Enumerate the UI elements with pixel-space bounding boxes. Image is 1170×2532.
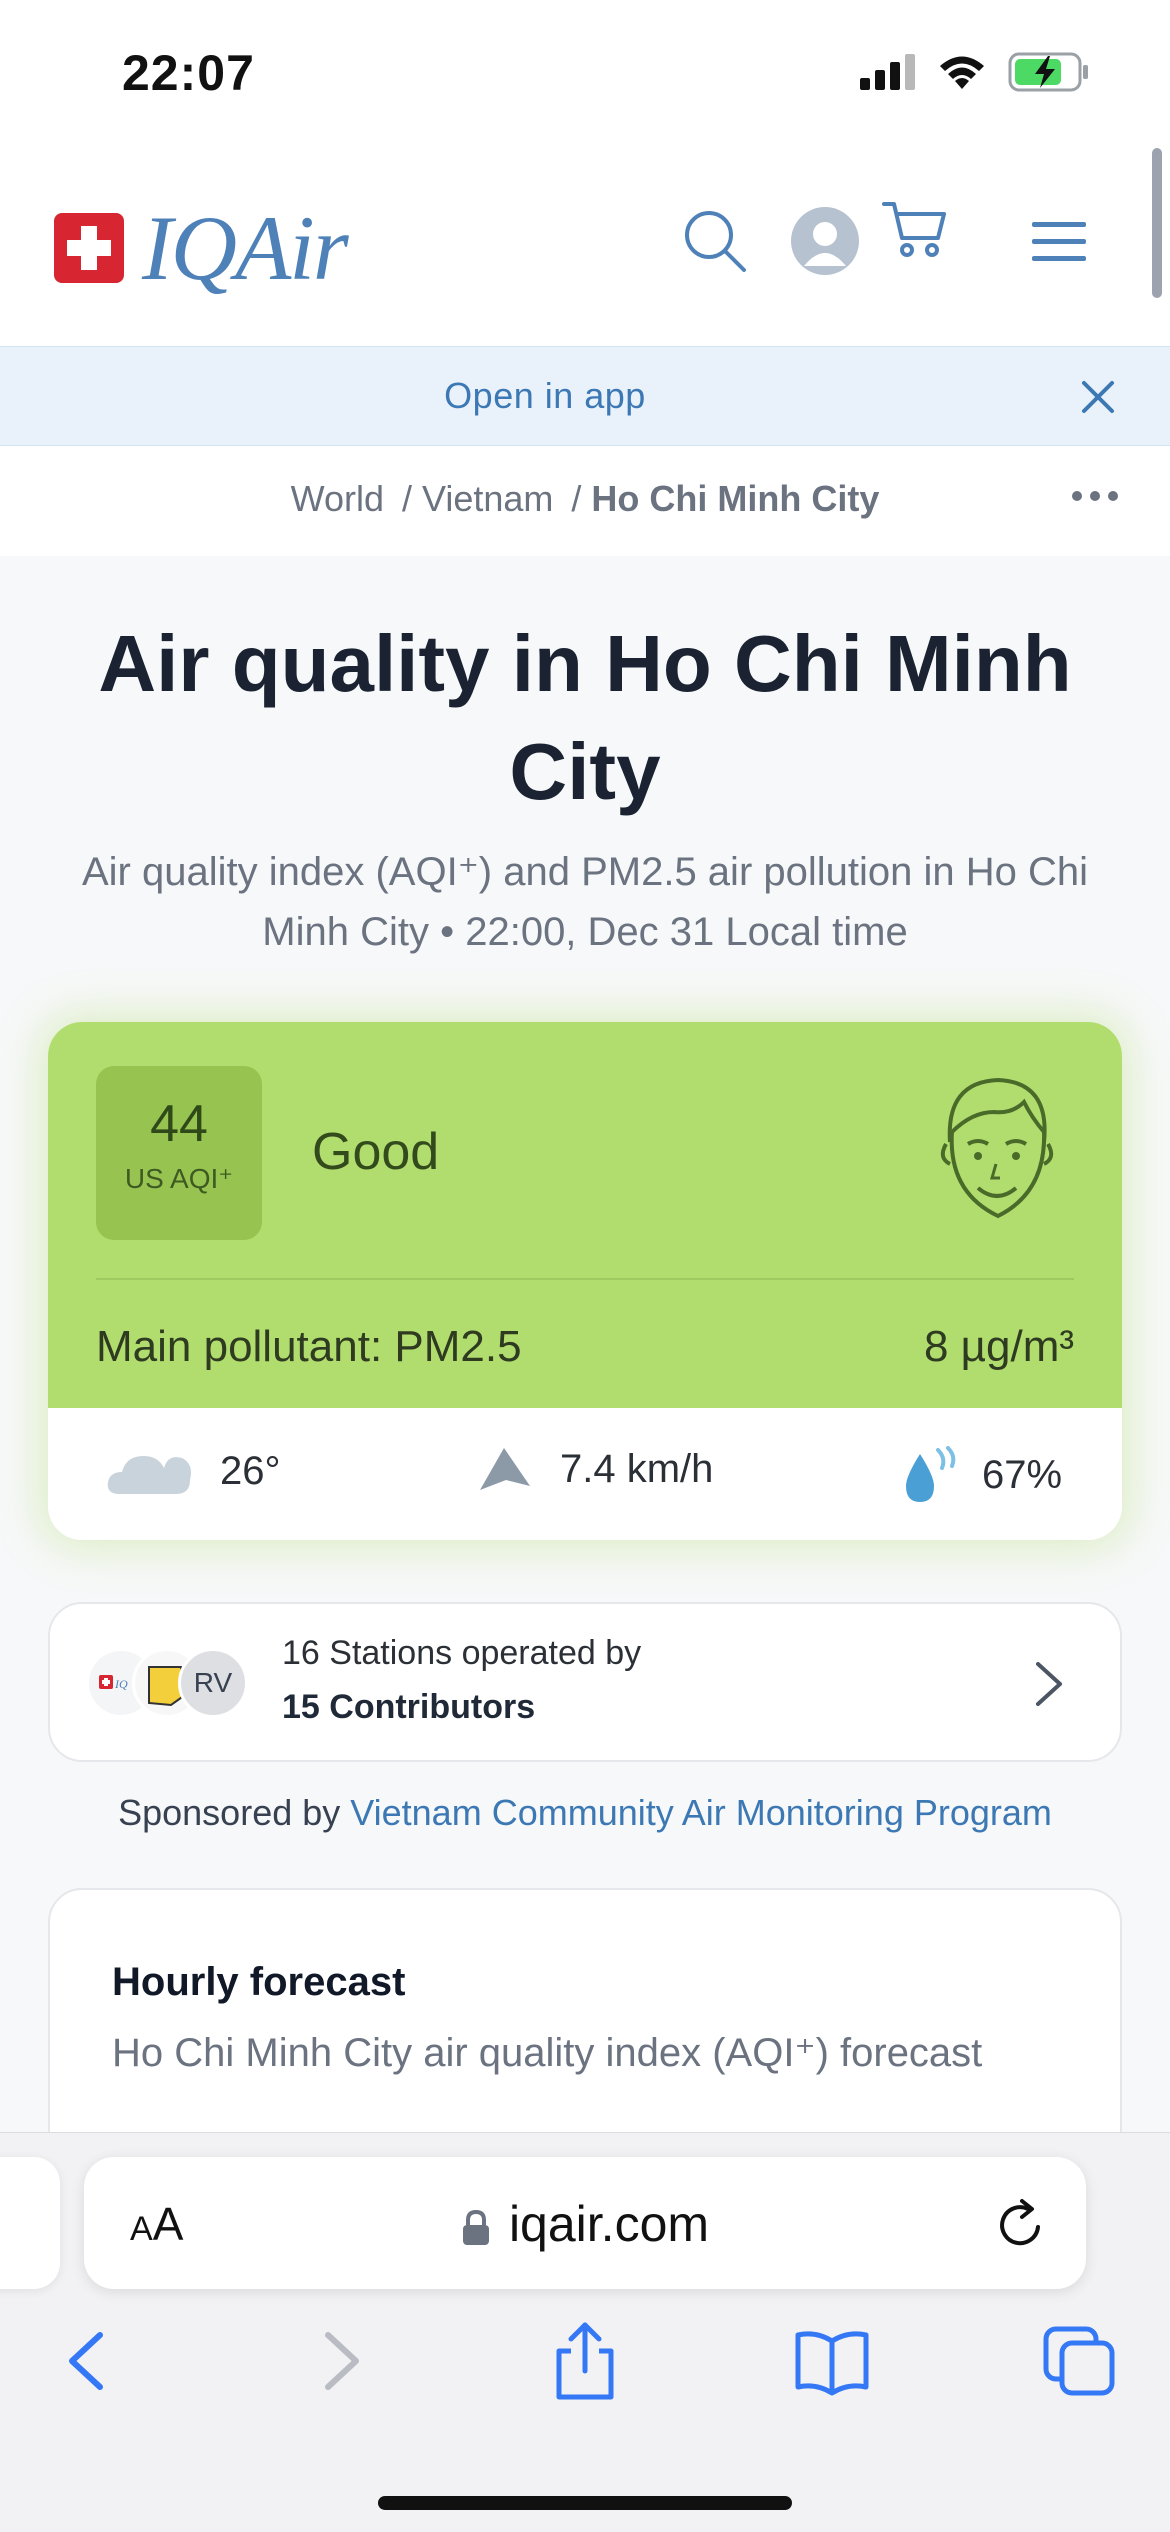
- humidity-value: 67%: [982, 1452, 1063, 1497]
- battery-charging-icon: [1008, 52, 1088, 92]
- smiling-face-icon: [940, 1077, 1054, 1219]
- lock-icon: [462, 2209, 489, 2245]
- aqi-divider: [96, 1278, 1074, 1280]
- home-indicator[interactable]: [378, 2496, 792, 2510]
- more-options-icon[interactable]: [1070, 486, 1120, 506]
- logo-text: IQAir: [142, 197, 349, 299]
- sponsor-link[interactable]: Vietnam Community Air Monitoring Program: [350, 1792, 1052, 1833]
- breadcrumb-bar: World / Vietnam / Ho Chi Minh City: [0, 446, 1170, 556]
- cart-icon[interactable]: [882, 198, 948, 260]
- browser-toolbar: [0, 2321, 1170, 2431]
- wind-direction-icon: [480, 1448, 530, 1490]
- aqi-value: 44: [150, 1095, 208, 1153]
- page: 22:07 IQAir Open in app World / Vietnam …: [0, 0, 1170, 2532]
- reload-icon[interactable]: [994, 2197, 1048, 2251]
- browser-bottom-bar: AA iqair.com: [0, 2132, 1170, 2532]
- contributor-avatar-rv: RV: [178, 1648, 248, 1718]
- page-subtitle: Air quality index (AQI⁺) and PM2.5 air p…: [81, 850, 1088, 954]
- breadcrumb-item-current: Ho Chi Minh City: [591, 478, 880, 519]
- iqair-logo[interactable]: IQAir: [54, 197, 349, 299]
- tabs-icon[interactable]: [1040, 2321, 1120, 2401]
- aqi-card: 44 US AQI⁺ Good Main pollutant: PM2.5 8 …: [48, 1022, 1122, 1540]
- bookmarks-icon[interactable]: [792, 2321, 872, 2401]
- contributors-count: 15 Contributors: [282, 1688, 536, 1726]
- cloud-icon: [107, 1456, 191, 1494]
- weather-humidity: 67%: [900, 1446, 1062, 1504]
- open-in-app-link[interactable]: Open in app: [0, 375, 1090, 417]
- stations-count: 16 Stations operated by: [282, 1634, 642, 1672]
- forecast-subtitle: Ho Chi Minh City air quality index (AQI⁺…: [112, 2031, 983, 2075]
- weather-row: 26° 7.4 km/h 67%: [48, 1408, 1122, 1540]
- close-icon[interactable]: [1078, 377, 1118, 417]
- breadcrumb: World / Vietnam / Ho Chi Minh City: [0, 478, 1170, 520]
- open-in-app-banner: Open in app: [0, 346, 1170, 446]
- share-icon[interactable]: [545, 2321, 625, 2401]
- chevron-right-icon: [1036, 1662, 1062, 1706]
- sponsored-by: Sponsored by Vietnam Community Air Monit…: [0, 1792, 1170, 1834]
- pollutant-concentration: 8 µg/m³: [923, 1322, 1074, 1371]
- swiss-cross-icon: [54, 213, 124, 283]
- url-display[interactable]: iqair.com: [84, 2195, 1086, 2253]
- stations-card[interactable]: IQ RV 16 Stations operated by 15 Contrib…: [48, 1602, 1122, 1762]
- forecast-title: Hourly forecast: [112, 1960, 406, 2004]
- status-icons: [860, 52, 1090, 92]
- sponsored-prefix: Sponsored by: [118, 1792, 341, 1833]
- main-pollutant-label: Main pollutant: PM2.5: [96, 1322, 522, 1371]
- weather-wind: 7.4 km/h: [478, 1446, 713, 1492]
- status-time: 22:07: [122, 45, 255, 101]
- back-icon[interactable]: [48, 2321, 128, 2401]
- user-avatar-icon[interactable]: [790, 206, 860, 276]
- site-header: IQAir: [0, 140, 1170, 346]
- svg-text:IQ: IQ: [114, 1677, 128, 1691]
- temperature-value: 26°: [220, 1448, 281, 1493]
- header-icons: [570, 188, 1170, 298]
- breadcrumb-item-vietnam[interactable]: Vietnam: [422, 478, 553, 519]
- search-icon[interactable]: [682, 208, 748, 274]
- previous-tab-preview[interactable]: [0, 2157, 60, 2289]
- aqi-unit: US AQI⁺: [124, 1163, 234, 1194]
- humidity-drop-icon: [906, 1446, 956, 1502]
- weather-temperature: 26°: [106, 1446, 281, 1496]
- wind-speed-value: 7.4 km/h: [560, 1446, 714, 1491]
- url-text: iqair.com: [508, 2196, 710, 2252]
- aqi-level: Good: [312, 1123, 440, 1181]
- forward-icon[interactable]: [300, 2321, 380, 2401]
- aqi-summary: 44 US AQI⁺ Good Main pollutant: PM2.5 8 …: [48, 1022, 1122, 1408]
- breadcrumb-separator: /: [571, 478, 582, 519]
- aqi-badge: 44 US AQI⁺: [96, 1066, 262, 1240]
- wifi-icon: [940, 56, 984, 89]
- breadcrumb-item-world[interactable]: World: [291, 478, 384, 519]
- hamburger-menu-icon[interactable]: [1030, 220, 1088, 264]
- page-title: Air quality in Ho Chi Minh City: [98, 619, 1072, 816]
- address-bar[interactable]: AA iqair.com: [84, 2157, 1086, 2289]
- breadcrumb-separator: /: [401, 478, 412, 519]
- scrollbar-thumb[interactable]: [1152, 148, 1162, 298]
- status-bar: 22:07: [0, 0, 1170, 140]
- cellular-signal-icon: [860, 54, 915, 90]
- contributor-avatars: IQ RV: [86, 1648, 256, 1720]
